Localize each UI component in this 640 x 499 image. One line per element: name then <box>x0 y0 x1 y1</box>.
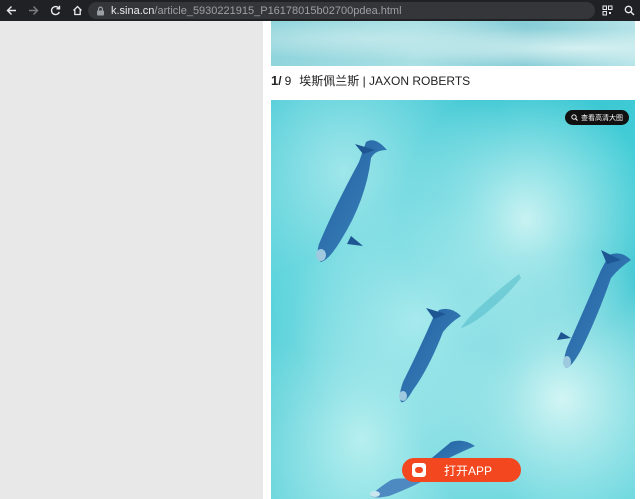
view-hd-image-button[interactable]: 查看高清大图 <box>565 110 629 125</box>
reload-icon[interactable] <box>44 0 66 21</box>
view-hd-image-label: 查看高清大图 <box>581 114 623 122</box>
page-background-left <box>0 21 263 499</box>
photo-caption: 1/9 埃斯佩兰斯 | JAXON ROBERTS <box>271 72 470 89</box>
forward-icon[interactable] <box>22 0 44 21</box>
dolphin-3 <box>557 250 631 368</box>
caption-separator: / <box>278 74 282 88</box>
dolphin-2 <box>399 308 461 403</box>
caption-total: 9 <box>284 74 292 88</box>
lock-icon[interactable] <box>96 6 105 16</box>
caption-text: 埃斯佩兰斯 | JAXON ROBERTS <box>299 74 471 88</box>
dolphin-1 <box>316 140 387 262</box>
zoom-icon[interactable] <box>618 0 640 21</box>
qr-code-icon[interactable] <box>596 0 618 21</box>
home-icon[interactable] <box>66 0 88 21</box>
dolphins-illustration <box>316 140 631 498</box>
previous-photo[interactable] <box>271 21 635 66</box>
open-app-button[interactable]: 打开APP <box>402 458 521 482</box>
sina-app-logo-icon <box>412 463 426 477</box>
dolphin-photo[interactable]: 查看高清大图 打开APP <box>271 100 635 499</box>
address-bar[interactable]: k.sina.cn/article_5930221915_P16178015b0… <box>88 2 595 19</box>
url-host: k.sina.cn <box>111 4 155 17</box>
open-app-label: 打开APP <box>444 463 493 478</box>
magnifier-icon <box>571 114 578 121</box>
url-path: /article_5930221915_P16178015b02700pdea.… <box>154 4 402 17</box>
dolphin-shadow <box>461 274 521 328</box>
browser-toolbar: k.sina.cn/article_5930221915_P16178015b0… <box>0 0 640 21</box>
back-icon[interactable] <box>0 0 22 21</box>
article-column: 1/9 埃斯佩兰斯 | JAXON ROBERTS 查看高清大图 打开APP <box>263 21 640 499</box>
toolbar-right <box>596 0 640 21</box>
